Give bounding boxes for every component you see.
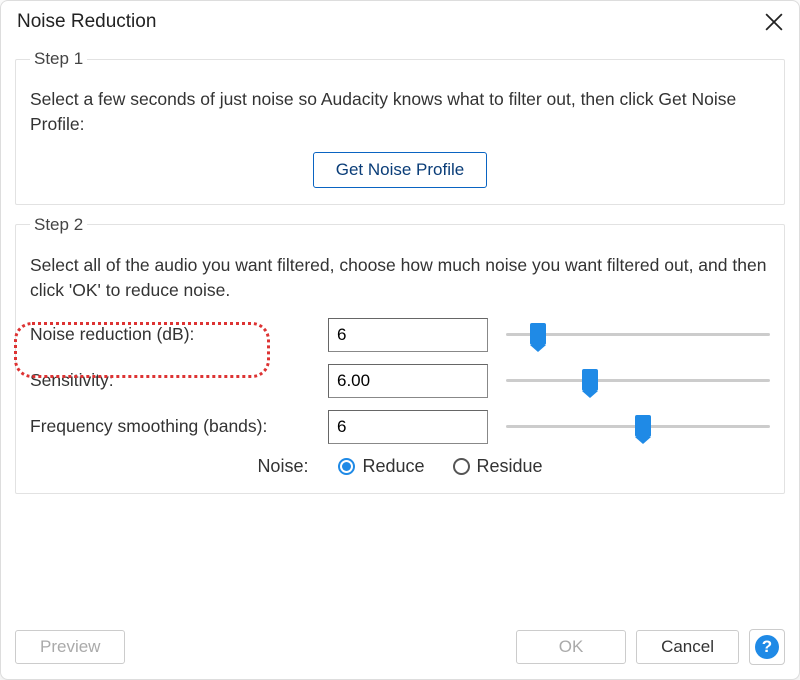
sensitivity-label: Sensitivity: (30, 370, 310, 391)
slider-thumb[interactable] (582, 369, 598, 391)
slider-thumb[interactable] (530, 323, 546, 345)
help-button[interactable]: ? (749, 629, 785, 665)
noise-reduction-slider[interactable] (506, 325, 770, 345)
sensitivity-slider[interactable] (506, 371, 770, 391)
radio-residue-label: Residue (477, 456, 543, 477)
cancel-button[interactable]: Cancel (636, 630, 739, 664)
get-noise-profile-button[interactable]: Get Noise Profile (313, 152, 488, 188)
step1-instructions: Select a few seconds of just noise so Au… (30, 87, 770, 138)
noise-mode-radio-group: Noise: Reduce Residue (30, 456, 770, 477)
radio-reduce-label: Reduce (362, 456, 424, 477)
slider-thumb[interactable] (635, 415, 651, 437)
titlebar: Noise Reduction (1, 1, 799, 39)
slider-track (506, 333, 770, 336)
step1-group: Step 1 Select a few seconds of just nois… (15, 49, 785, 205)
slider-track (506, 379, 770, 382)
radio-dot-icon (342, 462, 351, 471)
param-row-sensitivity: Sensitivity: (30, 364, 770, 398)
param-row-noise-reduction: Noise reduction (dB): (30, 318, 770, 352)
ok-button[interactable]: OK (516, 630, 626, 664)
radio-circle-icon (453, 458, 470, 475)
noise-reduction-dialog: Noise Reduction Step 1 Select a few seco… (0, 0, 800, 680)
radio-residue[interactable]: Residue (453, 456, 543, 477)
noise-reduction-label: Noise reduction (dB): (30, 324, 310, 345)
radio-reduce[interactable]: Reduce (338, 456, 424, 477)
dialog-content: Step 1 Select a few seconds of just nois… (1, 39, 799, 619)
preview-button[interactable]: Preview (15, 630, 125, 664)
step2-group: Step 2 Select all of the audio you want … (15, 215, 785, 494)
param-row-freq-smoothing: Frequency smoothing (bands): (30, 410, 770, 444)
sensitivity-input[interactable] (328, 364, 488, 398)
freq-smoothing-label: Frequency smoothing (bands): (30, 416, 310, 437)
step2-instructions: Select all of the audio you want filtere… (30, 253, 770, 304)
help-icon: ? (755, 635, 779, 659)
dialog-title: Noise Reduction (17, 11, 156, 33)
freq-smoothing-input[interactable] (328, 410, 488, 444)
radio-circle-icon (338, 458, 355, 475)
noise-mode-label: Noise: (257, 456, 308, 477)
noise-reduction-input[interactable] (328, 318, 488, 352)
close-icon[interactable] (765, 13, 783, 31)
slider-track (506, 425, 770, 428)
dialog-footer: Preview OK Cancel ? (1, 619, 799, 679)
step1-legend: Step 1 (30, 49, 87, 69)
step2-legend: Step 2 (30, 215, 87, 235)
freq-smoothing-slider[interactable] (506, 417, 770, 437)
